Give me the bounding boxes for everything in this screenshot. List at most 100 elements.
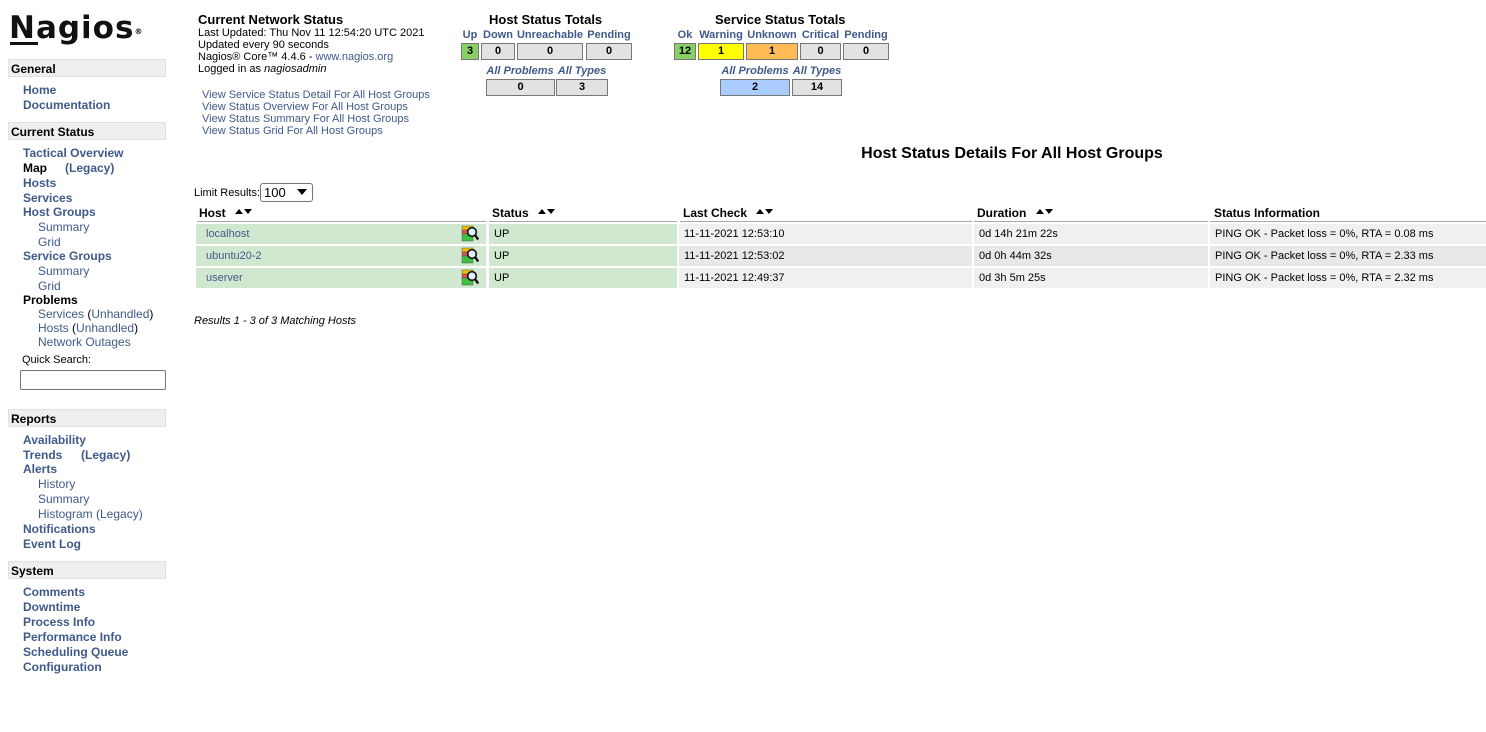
column-header-duration: Duration [974,206,1208,222]
nav-problems-services[interactable]: Services [38,307,84,321]
last-updated: Last Updated: Thu Nov 11 12:54:20 UTC 20… [198,27,425,39]
column-header-status-information: Status Information [1210,206,1486,222]
sort-descending-icon[interactable] [244,209,253,214]
sort-ascending-icon[interactable] [538,209,547,214]
sort-ascending-icon[interactable] [756,209,765,214]
nav-configuration[interactable]: Configuration [23,660,102,674]
view-status-overview-link[interactable]: View Status Overview For All Host Groups [202,101,408,113]
nav-section-reports: Reports [8,409,166,427]
nav-service-groups-summary[interactable]: Summary [38,264,89,278]
status-info-cell: PING OK - Packet loss = 0%, RTA = 2.33 m… [1210,246,1486,266]
nav-problems[interactable]: Problems [23,293,78,307]
service-totals-critical-count: 0 [800,43,841,60]
host-totals-all-types-count: 3 [556,79,608,96]
host-totals-up-count: 3 [461,43,479,60]
nav-map-legacy[interactable]: (Legacy) [65,161,114,175]
duration-cell: 0d 3h 5m 25s [974,268,1208,288]
service-totals-all-types-header[interactable]: All Types [792,65,842,77]
host-services-icon[interactable] [461,247,479,264]
duration-sort-controls [1035,204,1054,219]
table-row-host: ubuntu20-2 [196,246,486,266]
host-totals-unreachable-header[interactable]: Unreachable [515,29,585,41]
view-service-status-detail-link[interactable]: View Service Status Detail For All Host … [202,89,430,101]
page-title: Host Status Details For All Host Groups [861,145,1163,162]
nav-host-groups-summary[interactable]: Summary [38,220,89,234]
service-totals-ok-header[interactable]: Ok [674,29,696,41]
host-link[interactable]: ubuntu20-2 [206,250,262,262]
logged-in-line: Logged in as nagiosadmin [198,63,327,75]
nav-problems-hosts-row: Hosts (Unhandled) [38,321,139,335]
duration-cell: 0d 14h 21m 22s [974,224,1208,244]
nav-problems-services-unhandled[interactable]: Unhandled [91,307,149,321]
nav-alerts-summary[interactable]: Summary [38,492,89,506]
host-totals-down-header[interactable]: Down [481,29,515,41]
nav-map[interactable]: Map [23,161,47,175]
sort-descending-icon[interactable] [1044,209,1053,214]
nav-problems-hosts[interactable]: Hosts [38,321,69,335]
nav-services[interactable]: Services [23,191,72,205]
nav-documentation[interactable]: Documentation [23,98,110,112]
sort-descending-icon[interactable] [547,209,556,214]
nav-event-log[interactable]: Event Log [23,537,81,551]
nav-problems-hosts-unhandled[interactable]: Unhandled [76,321,134,335]
limit-results-select[interactable]: 100 [260,183,313,202]
nav-hosts[interactable]: Hosts [23,176,56,190]
nav-service-groups[interactable]: Service Groups [23,249,112,263]
quick-search-label: Quick Search: [22,354,92,366]
nav-network-outages[interactable]: Network Outages [38,335,131,349]
host-status-cell: UP [489,268,677,288]
nav-trends[interactable]: Trends [23,448,62,462]
nagios-website-link[interactable]: www.nagios.org [316,51,394,63]
host-totals-pending-header[interactable]: Pending [585,29,633,41]
sort-ascending-icon[interactable] [1035,209,1044,214]
nav-alerts-history[interactable]: History [38,477,75,491]
last-check-cell: 11-11-2021 12:53:10 [679,224,972,244]
service-totals-all-problems-header[interactable]: All Problems [720,65,790,77]
logged-in-user: nagiosadmin [264,63,327,75]
host-totals-all-types-header[interactable]: All Types [556,65,608,77]
nav-availability[interactable]: Availability [23,433,86,447]
sort-ascending-icon[interactable] [235,209,244,214]
nav-scheduling-queue[interactable]: Scheduling Queue [23,645,128,659]
service-totals-pending-header[interactable]: Pending [843,29,889,41]
nav-downtime[interactable]: Downtime [23,600,80,614]
nav-performance-info[interactable]: Performance Info [23,630,122,644]
chevron-down-icon [297,189,307,195]
nav-home[interactable]: Home [23,83,56,97]
host-totals-unreachable-count: 0 [517,43,583,60]
column-header-status: Status [489,206,677,222]
nav-problems-services-row: Services (Unhandled) [38,307,154,321]
host-totals-all-problems-count: 0 [486,79,555,96]
service-totals-warning-header[interactable]: Warning [698,29,744,41]
nav-trends-legacy[interactable]: (Legacy) [81,448,130,462]
nav-process-info[interactable]: Process Info [23,615,95,629]
host-link[interactable]: localhost [206,228,249,240]
service-totals-all-problems-count: 2 [720,79,790,96]
host-link[interactable]: userver [206,272,243,284]
nav-notifications[interactable]: Notifications [23,522,96,536]
quick-search-input[interactable] [20,370,166,390]
service-totals-unknown-header[interactable]: Unknown [746,29,798,41]
sort-descending-icon[interactable] [765,209,774,214]
status-sort-controls [538,204,556,219]
view-status-grid-link[interactable]: View Status Grid For All Host Groups [202,125,383,137]
service-totals-unknown-count: 1 [746,43,798,60]
nav-comments[interactable]: Comments [23,585,85,599]
nav-service-groups-grid[interactable]: Grid [38,279,61,293]
last-check-cell: 11-11-2021 12:49:37 [679,268,972,288]
host-totals-all-problems-header[interactable]: All Problems [486,65,554,77]
service-totals-critical-header[interactable]: Critical [800,29,841,41]
nav-alerts[interactable]: Alerts [23,462,57,476]
nav-alerts-histogram[interactable]: Histogram (Legacy) [38,507,143,521]
host-services-icon[interactable] [461,269,479,286]
nav-host-groups[interactable]: Host Groups [23,205,96,219]
nagios-logo[interactable]: Nagios® [9,10,142,46]
nav-host-groups-grid[interactable]: Grid [38,235,61,249]
nav-section-current-status: Current Status [8,122,166,140]
host-services-icon[interactable] [461,225,479,242]
last-check-cell: 11-11-2021 12:53:02 [679,246,972,266]
host-status-cell: UP [489,224,677,244]
version-line: Nagios® Core™ 4.4.6 - www.nagios.org [198,51,394,63]
view-status-summary-link[interactable]: View Status Summary For All Host Groups [202,113,409,125]
host-totals-up-header[interactable]: Up [461,29,479,41]
